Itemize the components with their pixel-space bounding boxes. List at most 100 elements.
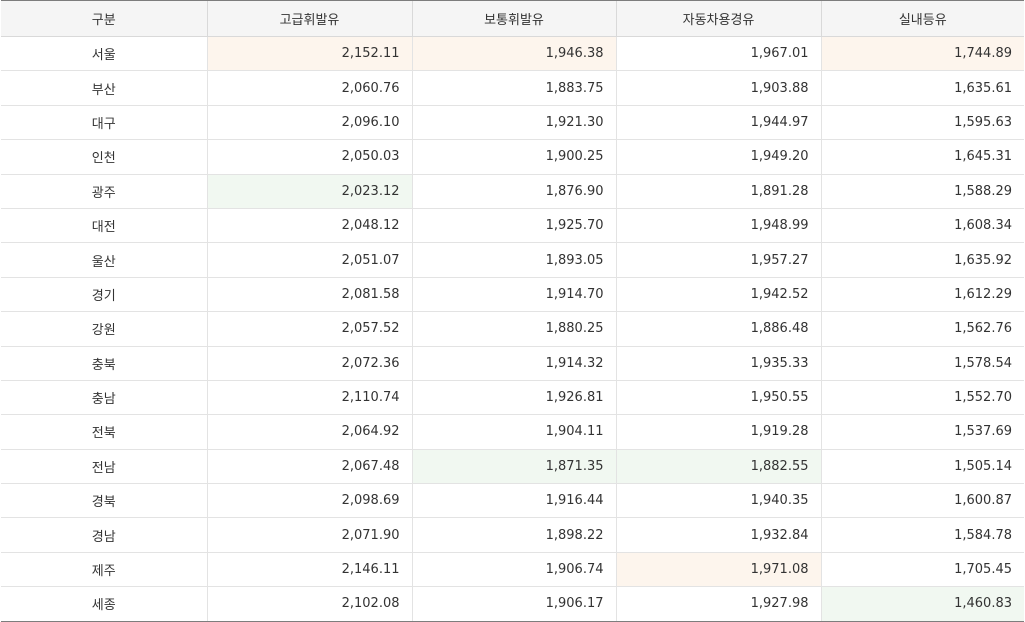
kerosene-price-cell: 1,705.45 bbox=[820, 552, 1024, 588]
kerosene-price-cell: 1,600.87 bbox=[820, 483, 1024, 519]
table-row: 서울 2,152.11 1,946.38 1,967.01 1,744.89 bbox=[1, 36, 1024, 72]
kerosene-price-cell: 1,552.70 bbox=[820, 380, 1024, 416]
premium-gasoline-price-cell: 2,050.03 bbox=[206, 139, 412, 175]
region-cell: 경기 bbox=[1, 277, 207, 313]
premium-gasoline-price-cell: 2,152.11 bbox=[206, 36, 412, 72]
table-row: 대전 2,048.12 1,925.70 1,948.99 1,608.34 bbox=[1, 208, 1024, 244]
kerosene-price-cell: 1,588.29 bbox=[820, 174, 1024, 209]
kerosene-price-cell: 1,595.63 bbox=[820, 105, 1024, 141]
diesel-price-cell: 1,949.20 bbox=[615, 139, 821, 175]
region-cell: 충남 bbox=[1, 380, 207, 416]
regular-gasoline-price-cell: 1,925.70 bbox=[411, 208, 616, 244]
regular-gasoline-price-cell: 1,904.11 bbox=[411, 414, 616, 450]
kerosene-price-cell: 1,608.34 bbox=[820, 208, 1024, 244]
table-row: 전남 2,067.48 1,871.35 1,882.55 1,505.14 bbox=[1, 449, 1024, 485]
region-cell: 충북 bbox=[1, 346, 207, 381]
header-kerosene: 실내등유 bbox=[820, 1, 1024, 37]
table-row: 경남 2,071.90 1,898.22 1,932.84 1,584.78 bbox=[1, 517, 1024, 553]
regular-gasoline-price-cell: 1,871.35 bbox=[411, 449, 616, 485]
table-row: 대구 2,096.10 1,921.30 1,944.97 1,595.63 bbox=[1, 105, 1024, 141]
table-row: 충북 2,072.36 1,914.32 1,935.33 1,578.54 bbox=[1, 346, 1024, 381]
table-row: 경기 2,081.58 1,914.70 1,942.52 1,612.29 bbox=[1, 277, 1024, 313]
fuel-price-table-container: 구분 고급휘발유 보통휘발유 자동차용경유 실내등유 서울 2,152.11 1,9… bbox=[1, 0, 1024, 622]
kerosene-price-cell: 1,460.83 bbox=[820, 586, 1024, 622]
premium-gasoline-price-cell: 2,146.11 bbox=[206, 552, 412, 588]
diesel-price-cell: 1,919.28 bbox=[615, 414, 821, 450]
header-region: 구분 bbox=[1, 1, 207, 37]
kerosene-price-cell: 1,635.92 bbox=[820, 242, 1024, 278]
header-premium-gasoline: 고급휘발유 bbox=[206, 1, 412, 37]
regular-gasoline-price-cell: 1,906.74 bbox=[411, 552, 616, 588]
table-row: 세종 2,102.08 1,906.17 1,927.98 1,460.83 bbox=[1, 586, 1024, 622]
diesel-price-cell: 1,950.55 bbox=[615, 380, 821, 416]
table-row: 충남 2,110.74 1,926.81 1,950.55 1,552.70 bbox=[1, 380, 1024, 416]
table-row: 울산 2,051.07 1,893.05 1,957.27 1,635.92 bbox=[1, 242, 1024, 278]
region-cell: 경북 bbox=[1, 483, 207, 519]
kerosene-price-cell: 1,612.29 bbox=[820, 277, 1024, 313]
region-cell: 세종 bbox=[1, 586, 207, 622]
table-row: 인천 2,050.03 1,900.25 1,949.20 1,645.31 bbox=[1, 139, 1024, 175]
regular-gasoline-price-cell: 1,898.22 bbox=[411, 517, 616, 553]
premium-gasoline-price-cell: 2,071.90 bbox=[206, 517, 412, 553]
diesel-price-cell: 1,942.52 bbox=[615, 277, 821, 313]
diesel-price-cell: 1,957.27 bbox=[615, 242, 821, 278]
premium-gasoline-price-cell: 2,051.07 bbox=[206, 242, 412, 278]
premium-gasoline-price-cell: 2,098.69 bbox=[206, 483, 412, 519]
diesel-price-cell: 1,940.35 bbox=[615, 483, 821, 519]
regular-gasoline-price-cell: 1,914.32 bbox=[411, 346, 616, 381]
regular-gasoline-price-cell: 1,914.70 bbox=[411, 277, 616, 313]
table-row: 강원 2,057.52 1,880.25 1,886.48 1,562.76 bbox=[1, 311, 1024, 347]
regular-gasoline-price-cell: 1,893.05 bbox=[411, 242, 616, 278]
kerosene-price-cell: 1,584.78 bbox=[820, 517, 1024, 553]
kerosene-price-cell: 1,645.31 bbox=[820, 139, 1024, 175]
header-diesel: 자동차용경유 bbox=[615, 1, 821, 37]
table-row: 부산 2,060.76 1,883.75 1,903.88 1,635.61 bbox=[1, 70, 1024, 106]
regular-gasoline-price-cell: 1,926.81 bbox=[411, 380, 616, 416]
premium-gasoline-price-cell: 2,064.92 bbox=[206, 414, 412, 450]
regular-gasoline-price-cell: 1,900.25 bbox=[411, 139, 616, 175]
table-row: 광주 2,023.12 1,876.90 1,891.28 1,588.29 bbox=[1, 174, 1024, 209]
header-regular-gasoline: 보통휘발유 bbox=[411, 1, 616, 37]
table-header: 구분 고급휘발유 보통휘발유 자동차용경유 실내등유 bbox=[1, 1, 1024, 37]
regular-gasoline-price-cell: 1,880.25 bbox=[411, 311, 616, 347]
region-cell: 대구 bbox=[1, 105, 207, 141]
diesel-price-cell: 1,932.84 bbox=[615, 517, 821, 553]
premium-gasoline-price-cell: 2,023.12 bbox=[206, 174, 412, 209]
regular-gasoline-price-cell: 1,906.17 bbox=[411, 586, 616, 622]
region-cell: 부산 bbox=[1, 70, 207, 106]
premium-gasoline-price-cell: 2,096.10 bbox=[206, 105, 412, 141]
region-cell: 서울 bbox=[1, 36, 207, 72]
premium-gasoline-price-cell: 2,048.12 bbox=[206, 208, 412, 244]
regular-gasoline-price-cell: 1,946.38 bbox=[411, 36, 616, 72]
premium-gasoline-price-cell: 2,057.52 bbox=[206, 311, 412, 347]
region-cell: 광주 bbox=[1, 174, 207, 209]
diesel-price-cell: 1,891.28 bbox=[615, 174, 821, 209]
regular-gasoline-price-cell: 1,876.90 bbox=[411, 174, 616, 209]
premium-gasoline-price-cell: 2,110.74 bbox=[206, 380, 412, 416]
diesel-price-cell: 1,882.55 bbox=[615, 449, 821, 485]
kerosene-price-cell: 1,537.69 bbox=[820, 414, 1024, 450]
table-row: 전북 2,064.92 1,904.11 1,919.28 1,537.69 bbox=[1, 414, 1024, 450]
kerosene-price-cell: 1,562.76 bbox=[820, 311, 1024, 347]
diesel-price-cell: 1,971.08 bbox=[615, 552, 821, 588]
region-cell: 제주 bbox=[1, 552, 207, 588]
premium-gasoline-price-cell: 2,102.08 bbox=[206, 586, 412, 622]
region-cell: 울산 bbox=[1, 242, 207, 278]
region-cell: 전북 bbox=[1, 414, 207, 450]
diesel-price-cell: 1,967.01 bbox=[615, 36, 821, 72]
region-cell: 경남 bbox=[1, 517, 207, 553]
diesel-price-cell: 1,886.48 bbox=[615, 311, 821, 347]
diesel-price-cell: 1,948.99 bbox=[615, 208, 821, 244]
kerosene-price-cell: 1,505.14 bbox=[820, 449, 1024, 485]
diesel-price-cell: 1,927.98 bbox=[615, 586, 821, 622]
premium-gasoline-price-cell: 2,060.76 bbox=[206, 70, 412, 106]
diesel-price-cell: 1,944.97 bbox=[615, 105, 821, 141]
table-body: 서울 2,152.11 1,946.38 1,967.01 1,744.89 부산 2,06… bbox=[1, 36, 1024, 622]
region-cell: 전남 bbox=[1, 449, 207, 485]
diesel-price-cell: 1,935.33 bbox=[615, 346, 821, 381]
kerosene-price-cell: 1,744.89 bbox=[820, 36, 1024, 72]
table-row: 경북 2,098.69 1,916.44 1,940.35 1,600.87 bbox=[1, 483, 1024, 519]
region-cell: 대전 bbox=[1, 208, 207, 244]
premium-gasoline-price-cell: 2,081.58 bbox=[206, 277, 412, 313]
regular-gasoline-price-cell: 1,916.44 bbox=[411, 483, 616, 519]
